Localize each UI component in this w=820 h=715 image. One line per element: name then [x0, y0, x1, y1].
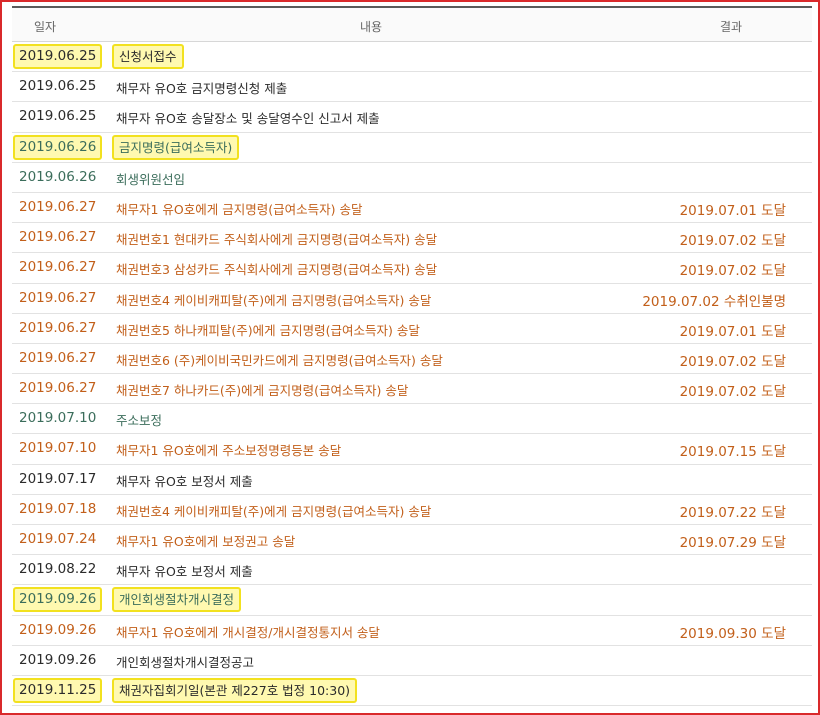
row-result: 2019.07.02 수취인불명	[642, 293, 786, 310]
table-row: 2019.06.27 채권번호3 삼성카드 주식회사에게 금지명령(급여소득자) …	[12, 253, 812, 284]
row-date: 2019.06.26	[19, 168, 97, 185]
row-result: 2019.07.15 도달	[679, 444, 786, 461]
table-row: 2019.06.25 채무자 유O호 송달장소 및 송달영수인 신고서 제출	[12, 102, 812, 133]
table-row: 2019.07.10 채무자1 유O호에게 주소보정명령등본 송달 2019.07.…	[12, 434, 812, 465]
row-date: 2019.06.25	[13, 44, 103, 69]
row-result: 2019.07.02 도달	[679, 233, 786, 250]
row-content: 채무자1 유O호에게 금지명령(급여소득자) 송달	[116, 201, 363, 217]
header-content: 내용	[360, 20, 383, 34]
row-date: 2019.07.10	[19, 440, 97, 457]
row-date: 2019.06.27	[19, 229, 97, 246]
row-content: 채무자1 유O호에게 주소보정명령등본 송달	[116, 443, 342, 459]
table-row: 2019.07.18 채권번호4 케이비캐피탈(주)에게 금지명령(급여소득자) …	[12, 495, 812, 525]
table-row: 2019.11.25 채권자집회기일(본관 제227호 법정 10:30)	[12, 676, 812, 707]
row-result: 2019.07.01 도달	[679, 323, 786, 340]
row-date: 2019.11.25	[13, 677, 103, 703]
row-content: 채권번호3 삼성카드 주식회사에게 금지명령(급여소득자) 송달	[116, 262, 438, 278]
table-row: 2019.06.25 신청서접수	[12, 42, 812, 73]
row-date: 2019.09.26	[13, 587, 103, 613]
row-content: 신청서접수	[112, 44, 184, 69]
row-content: 금지명령(급여소득자)	[112, 134, 240, 160]
table-header: 일자 내용 결과	[12, 6, 812, 42]
row-result: 2019.07.01 도달	[679, 202, 786, 219]
row-date: 2019.06.27	[19, 319, 97, 336]
case-history-table: 일자 내용 결과 2019.06.25 신청서접수 2019.06.25 채무자 유O…	[12, 6, 812, 707]
table-row: 2019.09.26 개인회생절차개시결정	[12, 585, 812, 616]
row-content: 채권번호4 케이비캐피탈(주)에게 금지명령(급여소득자) 송달	[116, 292, 432, 308]
table-row: 2019.09.26 개인회생절차개시결정공고	[12, 646, 812, 676]
row-date: 2019.07.24	[19, 531, 97, 547]
row-content: 채권번호4 케이비캐피탈(주)에게 금지명령(급여소득자) 송달	[116, 503, 432, 519]
row-content: 채무자1 유O호에게 개시결정/개시결정통지서 송달	[116, 624, 380, 640]
row-result: 2019.07.22 도달	[679, 504, 786, 521]
page-frame: 일자 내용 결과 2019.06.25 신청서접수 2019.06.25 채무자 유O…	[0, 0, 820, 715]
table-row: 2019.06.25 채무자 유O호 금지명령신청 제출	[12, 72, 812, 103]
row-date: 2019.06.27	[19, 198, 97, 215]
row-content: 주소보정	[116, 413, 163, 429]
table-row: 2019.06.27 채권번호4 케이비캐피탈(주)에게 금지명령(급여소득자) …	[12, 284, 812, 314]
row-result: 2019.07.29 도달	[679, 535, 786, 551]
row-date: 2019.09.26	[19, 621, 97, 638]
table-body: 2019.06.25 신청서접수 2019.06.25 채무자 유O호 금지명령신청 …	[12, 42, 812, 707]
row-date: 2019.06.27	[19, 259, 97, 276]
row-date: 2019.06.25	[19, 108, 97, 125]
table-row: 2019.08.22 채무자 유O호 보정서 제출	[12, 555, 812, 586]
row-date: 2019.06.25	[19, 78, 97, 95]
row-date: 2019.07.10	[19, 410, 97, 427]
row-date: 2019.06.27	[19, 349, 97, 366]
row-content: 채무자 유O호 송달장소 및 송달영수인 신고서 제출	[116, 111, 380, 127]
table-row: 2019.06.26 회생위원선임	[12, 163, 812, 193]
table-row: 2019.09.26 채무자1 유O호에게 개시결정/개시결정통지서 송달 2019…	[12, 616, 812, 646]
row-result: 2019.09.30 도달	[679, 625, 786, 642]
header-date: 일자	[34, 20, 57, 34]
row-content: 채무자 유O호 보정서 제출	[116, 473, 253, 489]
table-row: 2019.06.27 채권번호5 하나캐피탈(주)에게 금지명령(급여소득자) 송…	[12, 314, 812, 344]
row-content: 채권자집회기일(본관 제227호 법정 10:30)	[112, 677, 358, 703]
row-content: 개인회생절차개시결정공고	[116, 654, 255, 670]
row-content: 채무자 유O호 금지명령신청 제출	[116, 81, 288, 97]
header-result: 결과	[720, 20, 743, 34]
table-row: 2019.07.24 채무자1 유O호에게 보정권고 송달 2019.07.29 도…	[12, 525, 812, 556]
row-content: 채권번호5 하나캐피탈(주)에게 금지명령(급여소득자) 송달	[116, 322, 420, 338]
row-content: 채권번호7 하나카드(주)에게 금지명령(급여소득자) 송달	[116, 383, 409, 399]
row-date: 2019.07.18	[19, 500, 97, 517]
row-content: 회생위원선임	[116, 171, 186, 187]
table-row: 2019.06.27 채무자1 유O호에게 금지명령(급여소득자) 송달 2019.…	[12, 193, 812, 224]
row-date: 2019.06.27	[19, 289, 97, 306]
row-content: 채권번호6 (주)케이비국민카드에게 금지명령(급여소득자) 송달	[116, 352, 443, 368]
table-row: 2019.06.27 채권번호1 현대카드 주식회사에게 금지명령(급여소득자) …	[12, 223, 812, 254]
row-date: 2019.07.17	[19, 470, 97, 487]
row-date: 2019.06.26	[13, 134, 103, 160]
table-row: 2019.06.27 채권번호6 (주)케이비국민카드에게 금지명령(급여소득자)…	[12, 344, 812, 375]
row-date: 2019.06.27	[19, 380, 97, 397]
table-row: 2019.06.26 금지명령(급여소득자)	[12, 133, 812, 163]
table-row: 2019.06.27 채권번호7 하나카드(주)에게 금지명령(급여소득자) 송달…	[12, 374, 812, 405]
row-date: 2019.09.26	[19, 651, 97, 668]
table-row: 2019.07.17 채무자 유O호 보정서 제출	[12, 465, 812, 495]
row-result: 2019.07.02 도달	[679, 384, 786, 401]
row-date: 2019.08.22	[19, 561, 97, 578]
row-content: 채권번호1 현대카드 주식회사에게 금지명령(급여소득자) 송달	[116, 232, 438, 248]
row-content: 채무자 유O호 보정서 제출	[116, 564, 253, 580]
row-result: 2019.07.02 도달	[679, 263, 786, 280]
row-content: 채무자1 유O호에게 보정권고 송달	[116, 534, 296, 549]
table-row: 2019.07.10 주소보정	[12, 404, 812, 435]
row-content: 개인회생절차개시결정	[112, 587, 242, 613]
row-result: 2019.07.02 도달	[679, 353, 786, 370]
